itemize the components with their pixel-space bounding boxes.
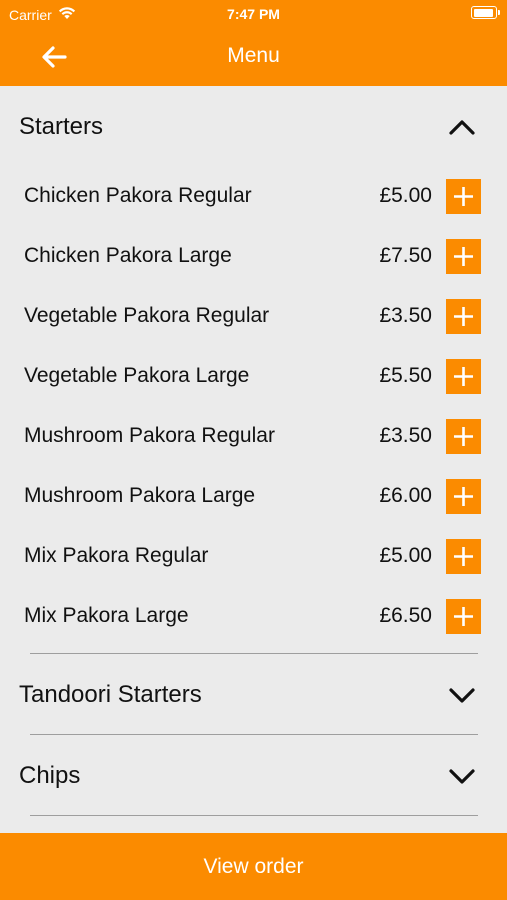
add-item-button[interactable] — [446, 419, 481, 454]
status-bar: Carrier 7:47 PM — [0, 0, 507, 28]
add-item-button[interactable] — [446, 599, 481, 634]
plus-icon — [454, 307, 473, 326]
section-tandoori-starters: Tandoori Starters — [0, 654, 507, 735]
item-price: £6.50 — [379, 604, 432, 627]
menu-item: Chicken Pakora Large £7.50 — [0, 226, 507, 286]
add-item-button[interactable] — [446, 239, 481, 274]
item-price: £7.50 — [379, 244, 432, 267]
battery-icon — [471, 6, 500, 19]
section-header-chips[interactable]: Chips — [0, 735, 507, 815]
item-name: Chicken Pakora Regular — [24, 184, 252, 207]
plus-icon — [454, 547, 473, 566]
plus-icon — [454, 427, 473, 446]
menu-list: Starters Chicken Pakora Regular £5.00 Ch… — [0, 86, 507, 833]
status-time: 7:47 PM — [227, 6, 280, 22]
item-name: Mix Pakora Large — [24, 604, 189, 627]
menu-item: Mix Pakora Regular £5.00 — [0, 526, 507, 586]
item-price: £6.00 — [379, 484, 432, 507]
menu-item: Vegetable Pakora Regular £3.50 — [0, 286, 507, 346]
plus-icon — [454, 607, 473, 626]
item-price: £5.50 — [379, 364, 432, 387]
add-item-button[interactable] — [446, 539, 481, 574]
menu-item: Vegetable Pakora Large £5.50 — [0, 346, 507, 406]
item-name: Vegetable Pakora Large — [24, 364, 250, 387]
item-price: £3.50 — [379, 304, 432, 327]
menu-item: Mushroom Pakora Large £6.00 — [0, 466, 507, 526]
plus-icon — [454, 247, 473, 266]
section-title: Chips — [19, 762, 81, 789]
section-divider — [30, 815, 478, 816]
item-name: Mushroom Pakora Large — [24, 484, 256, 507]
item-name: Mix Pakora Regular — [24, 544, 209, 567]
menu-item: Mushroom Pakora Regular £3.50 — [0, 406, 507, 466]
item-price: £3.50 — [379, 424, 432, 447]
add-item-button[interactable] — [446, 179, 481, 214]
section-chips: Chips — [0, 735, 507, 816]
item-name: Chicken Pakora Large — [24, 244, 232, 267]
add-item-button[interactable] — [446, 479, 481, 514]
plus-icon — [454, 487, 473, 506]
menu-item: Chicken Pakora Regular £5.00 — [0, 166, 507, 226]
app-header: Carrier 7:47 PM Menu — [0, 0, 507, 86]
nav-bar: Menu — [0, 28, 507, 86]
item-price: £5.00 — [379, 544, 432, 567]
section-title: Starters — [19, 113, 104, 140]
section-header-tandoori-starters[interactable]: Tandoori Starters — [0, 654, 507, 734]
item-name: Mushroom Pakora Regular — [24, 424, 275, 447]
page-title: Menu — [227, 44, 280, 67]
section-header-starters[interactable]: Starters — [0, 86, 507, 166]
section-items: Chicken Pakora Regular £5.00 Chicken Pak… — [0, 166, 507, 646]
section-starters: Starters Chicken Pakora Regular £5.00 Ch… — [0, 86, 507, 654]
view-order-button[interactable]: View order — [0, 833, 507, 900]
chevron-up-icon — [449, 120, 475, 135]
plus-icon — [454, 367, 473, 386]
add-item-button[interactable] — [446, 299, 481, 334]
plus-icon — [454, 187, 473, 206]
chevron-down-icon — [449, 688, 475, 703]
chevron-down-icon — [449, 769, 475, 784]
section-title: Tandoori Starters — [19, 681, 202, 708]
add-item-button[interactable] — [446, 359, 481, 394]
menu-item: Mix Pakora Large £6.50 — [0, 586, 507, 646]
item-price: £5.00 — [379, 184, 432, 207]
item-name: Vegetable Pakora Regular — [24, 304, 270, 327]
